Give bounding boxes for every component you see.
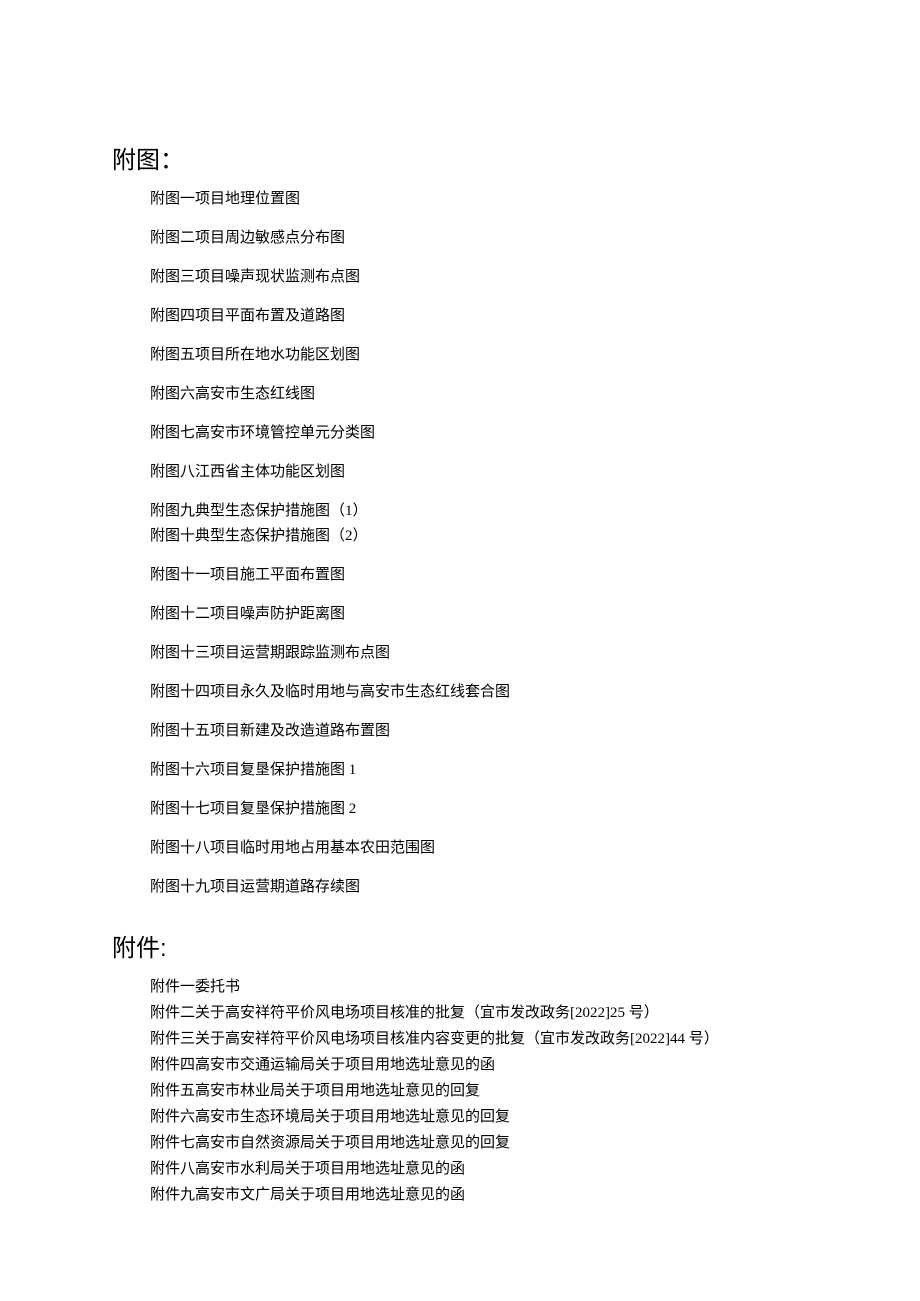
list-item: 附图八江西省主体功能区划图 bbox=[150, 462, 810, 483]
list-item: 附件四高安市交通运输局关于项目用地选址意见的函 bbox=[150, 1055, 810, 1076]
attachments-heading: 附件: bbox=[112, 928, 810, 963]
list-item: 附件二关于高安祥符平价风电场项目核准的批复（宜市发改政务[2022]25 号） bbox=[150, 1003, 810, 1024]
list-item: 附图十九项目运营期道路存续图 bbox=[150, 877, 810, 898]
list-item: 附件一委托书 bbox=[150, 977, 810, 998]
list-item: 附图十二项目噪声防护距离图 bbox=[150, 604, 810, 625]
list-item: 附图十七项目复垦保护措施图 2 bbox=[150, 799, 810, 820]
figures-list: 附图一项目地理位置图 附图二项目周边敏感点分布图 附图三项目噪声现状监测布点图 … bbox=[150, 189, 810, 898]
list-item: 附件六高安市生态环境局关于项目用地选址意见的回复 bbox=[150, 1107, 810, 1128]
list-item: 附件三关于高安祥符平价风电场项目核准内容变更的批复（宜市发改政务[2022]44… bbox=[150, 1029, 810, 1050]
list-item: 附图十三项目运营期跟踪监测布点图 bbox=[150, 643, 810, 664]
list-item: 附图九典型生态保护措施图（1） bbox=[150, 501, 810, 522]
list-item: 附图二项目周边敏感点分布图 bbox=[150, 228, 810, 249]
list-item: 附图十四项目永久及临时用地与高安市生态红线套合图 bbox=[150, 682, 810, 703]
list-item: 附件五高安市林业局关于项目用地选址意见的回复 bbox=[150, 1081, 810, 1102]
list-item: 附件九高安市文广局关于项目用地选址意见的函 bbox=[150, 1185, 810, 1206]
attachments-list: 附件一委托书 附件二关于高安祥符平价风电场项目核准的批复（宜市发改政务[2022… bbox=[150, 977, 810, 1206]
list-item: 附图一项目地理位置图 bbox=[150, 189, 810, 210]
list-item: 附图十八项目临时用地占用基本农田范围图 bbox=[150, 838, 810, 859]
list-item: 附图十五项目新建及改造道路布置图 bbox=[150, 721, 810, 742]
list-item: 附图十六项目复垦保护措施图 1 bbox=[150, 760, 810, 781]
list-item: 附图四项目平面布置及道路图 bbox=[150, 306, 810, 327]
list-item: 附图十典型生态保护措施图（2） bbox=[150, 526, 810, 547]
figures-heading: 附图： bbox=[112, 140, 810, 175]
list-item: 附图七高安市环境管控单元分类图 bbox=[150, 423, 810, 444]
list-item: 附图十一项目施工平面布置图 bbox=[150, 565, 810, 586]
list-item: 附件八高安市水利局关于项目用地选址意见的函 bbox=[150, 1159, 810, 1180]
list-item: 附图六高安市生态红线图 bbox=[150, 384, 810, 405]
list-item: 附图三项目噪声现状监测布点图 bbox=[150, 267, 810, 288]
list-item: 附件七高安市自然资源局关于项目用地选址意见的回复 bbox=[150, 1133, 810, 1154]
list-item: 附图五项目所在地水功能区划图 bbox=[150, 345, 810, 366]
